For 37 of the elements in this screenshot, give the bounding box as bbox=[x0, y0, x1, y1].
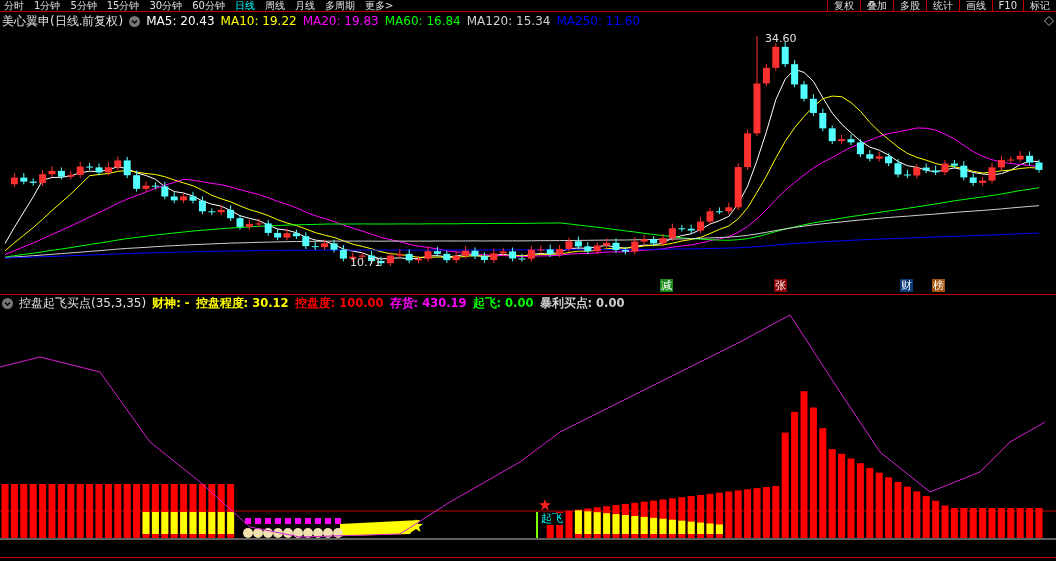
indicator-value: 控盘度: 100.00 bbox=[294, 296, 384, 311]
signal-tag: 张 bbox=[774, 279, 787, 292]
price-label: 10.71 bbox=[350, 256, 382, 269]
dropdown-icon[interactable] bbox=[2, 298, 13, 309]
signal-label: 起飞 bbox=[541, 513, 563, 525]
ma-value: MA60: 16.84 bbox=[384, 14, 461, 28]
ma-value: MA10: 19.22 bbox=[220, 14, 297, 28]
period-tab[interactable]: 5分钟 bbox=[70, 0, 97, 11]
period-tab[interactable]: 15分钟 bbox=[106, 0, 140, 11]
period-tab[interactable]: 月线 bbox=[294, 0, 315, 11]
period-tab[interactable]: 日线 bbox=[234, 0, 255, 11]
indicator-title: 控盘起飞买点(35,3,35) bbox=[19, 295, 147, 312]
indicator-value: 起飞: 0.00 bbox=[472, 296, 534, 311]
indicator-value: 财神: - bbox=[152, 296, 190, 311]
period-tab[interactable]: 60分钟 bbox=[192, 0, 225, 11]
period-tab[interactable]: 更多> bbox=[364, 0, 394, 11]
indicator-value: 存货: 430.19 bbox=[389, 296, 467, 311]
period-tab[interactable]: 1分钟 bbox=[34, 0, 61, 11]
period-tab[interactable]: 周线 bbox=[264, 0, 285, 11]
signal-tag: 减 bbox=[660, 279, 673, 292]
ma-value: MA250: 11.60 bbox=[556, 14, 641, 28]
signal-tag: 财 bbox=[900, 279, 913, 292]
period-tab[interactable]: 多周期 bbox=[324, 0, 355, 11]
signal-line bbox=[536, 511, 538, 539]
price-label: 34.60 bbox=[765, 32, 797, 45]
signal-tag: 榜 bbox=[932, 279, 945, 292]
period-tab[interactable]: 30分钟 bbox=[149, 0, 183, 11]
diamond-icon[interactable] bbox=[1044, 16, 1054, 26]
star-icon bbox=[539, 499, 551, 511]
stock-title: 美心翼申(日线.前复权) bbox=[2, 12, 124, 30]
dropdown-icon[interactable] bbox=[129, 15, 141, 27]
indicator-value: 控盘程度: 30.12 bbox=[195, 296, 289, 311]
period-tab[interactable]: 分时 bbox=[4, 0, 24, 11]
ma-value: MA120: 15.34 bbox=[466, 14, 551, 28]
ma-value: MA20: 19.83 bbox=[302, 14, 379, 28]
ma-value: MA5: 20.43 bbox=[146, 14, 215, 28]
indicator-value: 暴利买点: 0.00 bbox=[539, 296, 625, 311]
